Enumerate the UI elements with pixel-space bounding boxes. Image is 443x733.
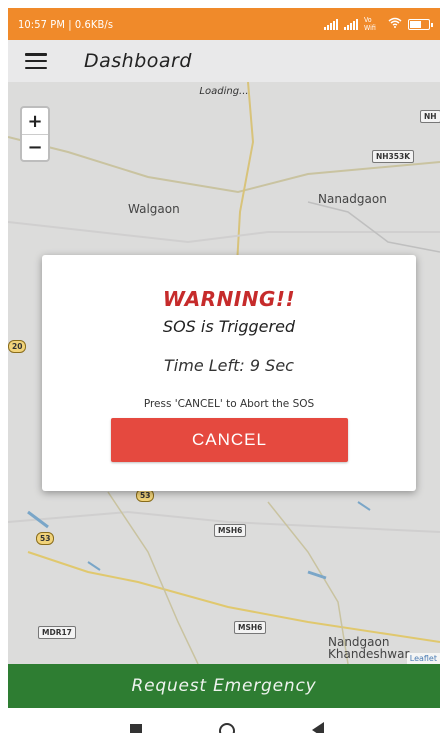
status-bar: 10:57 PM | 0.6KB/s Vo Wifi	[8, 8, 440, 40]
road-shield: MDR17	[38, 626, 76, 639]
place-label: Nanadgaon	[318, 192, 387, 206]
back-icon[interactable]	[312, 722, 324, 733]
road-shield: MSH6	[234, 621, 267, 634]
zoom-out-button[interactable]: −	[22, 134, 48, 160]
road-shield: 20	[8, 340, 27, 353]
sos-message: SOS is Triggered	[162, 317, 296, 336]
request-emergency-button[interactable]: Request Emergency	[8, 664, 440, 708]
menu-icon[interactable]	[25, 53, 47, 69]
home-icon[interactable]	[219, 723, 235, 733]
page-title: Dashboard	[84, 50, 192, 72]
app-bar: Dashboard	[8, 40, 440, 82]
time-left: Time Left: 9 Sec	[164, 356, 294, 375]
road-shield: NH	[420, 110, 440, 123]
battery-icon	[408, 18, 433, 30]
status-time-speed: 10:57 PM | 0.6KB/s	[18, 17, 114, 31]
vowifi-label: Vo Wifi	[364, 16, 376, 32]
sos-dialog: WARNING!! SOS is Triggered Time Left: 9 …	[42, 255, 416, 491]
recent-apps-icon[interactable]	[130, 724, 142, 733]
road-shield: NH353K	[372, 150, 415, 163]
warning-title: WARNING!!	[162, 287, 296, 311]
status-icons: Vo Wifi	[324, 16, 433, 32]
loading-text: Loading...	[199, 86, 249, 97]
abort-hint: Press 'CANCEL' to Abort the SOS	[143, 398, 315, 410]
road-shield: MSH6	[214, 524, 247, 537]
road-shield: 53	[36, 532, 55, 545]
wifi-icon	[388, 17, 402, 31]
signal-icon	[324, 18, 338, 30]
map-attribution[interactable]: Leaflet	[406, 653, 440, 664]
phone-screen: 10:57 PM | 0.6KB/s Vo Wifi Dashboard Loa…	[0, 0, 443, 733]
zoom-in-button[interactable]: +	[22, 108, 48, 134]
signal-icon-2	[344, 18, 358, 30]
place-label: Walgaon	[128, 202, 180, 216]
cancel-button[interactable]: CANCEL	[111, 418, 348, 462]
nav-bar	[0, 708, 443, 733]
zoom-control: + −	[20, 106, 50, 162]
